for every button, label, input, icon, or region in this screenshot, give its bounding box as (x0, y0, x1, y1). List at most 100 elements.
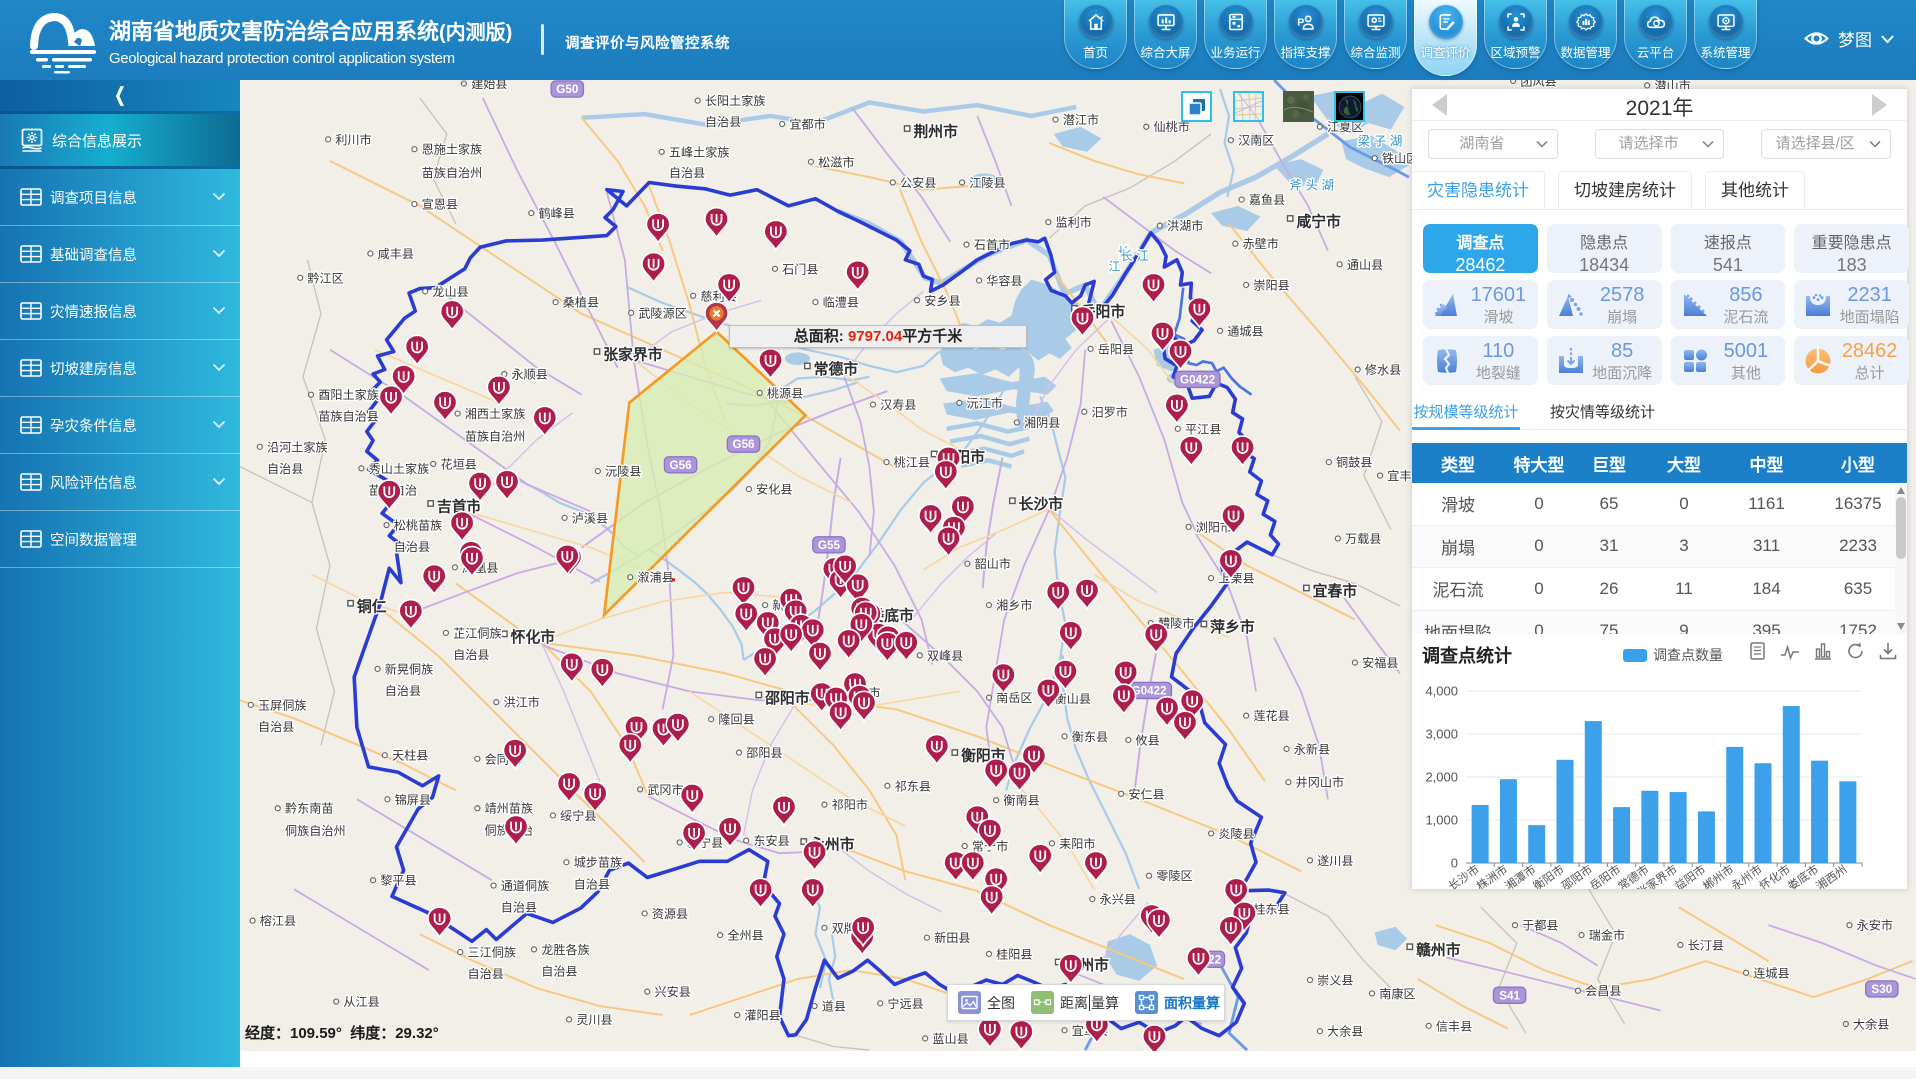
svg-text:城步苗族: 城步苗族 (574, 856, 623, 870)
svg-text:嘉鱼县: 嘉鱼县 (1249, 193, 1285, 207)
svg-text:天柱县: 天柱县 (392, 748, 428, 763)
svg-text:张家界市: 张家界市 (603, 346, 662, 364)
svg-text:自治县: 自治县 (705, 115, 741, 129)
svg-text:汉寿县: 汉寿县 (880, 398, 916, 412)
svg-text:井冈山市: 井冈山市 (1296, 775, 1345, 790)
svg-text:新田县: 新田县 (934, 930, 970, 945)
svg-text:隆回县: 隆回县 (718, 712, 754, 727)
svg-text:东安县: 东安县 (753, 833, 789, 848)
svg-text:瑞金市: 瑞金市 (1589, 928, 1625, 943)
svg-text:大余县: 大余县 (1327, 1024, 1363, 1039)
svg-text:零陵区: 零陵区 (1156, 869, 1192, 883)
svg-text:洪江市: 洪江市 (503, 695, 539, 710)
svg-text:永兴县: 永兴县 (1100, 893, 1136, 907)
svg-text:三江侗族: 三江侗族 (467, 946, 516, 960)
svg-text:遂川县: 遂川县 (1317, 854, 1353, 868)
svg-text:梁 子 湖: 梁 子 湖 (1358, 135, 1403, 149)
svg-text:江: 江 (1109, 261, 1121, 274)
svg-text:南康区: 南康区 (1379, 986, 1415, 1001)
svg-text:宜都市: 宜都市 (789, 117, 825, 132)
svg-text:G50: G50 (556, 83, 579, 96)
svg-text:蓝山县: 蓝山县 (932, 1032, 968, 1046)
svg-text:汉南区: 汉南区 (1238, 133, 1274, 148)
svg-text:绥宁县: 绥宁县 (560, 808, 596, 823)
svg-text:铜仁: 铜仁 (357, 597, 387, 615)
svg-text:湘乡市: 湘乡市 (996, 598, 1032, 613)
svg-text:常德市: 常德市 (814, 360, 859, 378)
svg-text:酉阳土家族: 酉阳土家族 (318, 387, 379, 402)
svg-text:黔东南苗: 黔东南苗 (285, 801, 334, 816)
svg-text:湘阴县: 湘阴县 (1024, 415, 1060, 430)
svg-text:利川市: 利川市 (335, 132, 371, 147)
svg-text:信丰县: 信丰县 (1436, 1019, 1472, 1033)
svg-text:侗族自治州: 侗族自治州 (285, 824, 346, 838)
svg-text:自治县: 自治县 (453, 648, 489, 662)
svg-text:溆浦县: 溆浦县 (637, 571, 673, 585)
svg-text:G56: G56 (670, 459, 693, 472)
svg-text:自治县: 自治县 (467, 967, 503, 981)
svg-text:兴安县: 兴安县 (655, 984, 691, 999)
svg-text:新晃侗族: 新晃侗族 (385, 661, 434, 676)
svg-text:咸宁市: 咸宁市 (1296, 213, 1341, 231)
svg-text:武冈市: 武冈市 (647, 782, 683, 797)
svg-text:靖州苗族: 靖州苗族 (485, 802, 534, 816)
svg-text:宜春市: 宜春市 (1313, 582, 1358, 600)
svg-text:邵阳市: 邵阳市 (764, 689, 810, 707)
svg-text:莲花县: 莲花县 (1253, 708, 1289, 723)
svg-text:上栗县: 上栗县 (1218, 572, 1254, 586)
svg-text:桑植县: 桑植县 (563, 295, 599, 310)
svg-text:花垣县: 花垣县 (441, 456, 477, 471)
svg-text:榕江县: 榕江县 (260, 913, 296, 928)
svg-text:恩施土家族: 恩施土家族 (422, 142, 483, 157)
svg-text:自治县: 自治县 (501, 901, 537, 915)
svg-text:武陵源区: 武陵源区 (638, 306, 687, 320)
svg-text:S30: S30 (1871, 983, 1892, 996)
svg-text:沅陵县: 沅陵县 (605, 465, 641, 479)
svg-text:岳阳县: 岳阳县 (1098, 342, 1134, 356)
svg-text:安仁县: 安仁县 (1128, 786, 1164, 801)
svg-text:沅江市: 沅江市 (967, 395, 1003, 410)
svg-text:1,000: 1,000 (1425, 813, 1458, 828)
svg-text:安化县: 安化县 (756, 482, 792, 497)
svg-text:湘西土家族: 湘西土家族 (465, 406, 526, 421)
svg-text:道县: 道县 (822, 1000, 846, 1014)
svg-text:龙山县: 龙山县 (432, 285, 468, 299)
svg-text:P: P (1297, 17, 1304, 29)
svg-text:于都县: 于都县 (1522, 919, 1558, 933)
svg-text:衡东县: 衡东县 (1072, 730, 1108, 744)
svg-text:灌阳县: 灌阳县 (744, 1009, 780, 1023)
svg-text:自治县: 自治县 (385, 684, 421, 698)
svg-text:苗族自治州: 苗族自治州 (465, 430, 526, 444)
svg-text:黔江区: 黔江区 (307, 270, 343, 285)
svg-text:邵阳县: 邵阳县 (746, 746, 782, 760)
svg-text:永新县: 永新县 (1294, 741, 1330, 756)
svg-text:长沙市: 长沙市 (1019, 495, 1064, 513)
svg-text:祁东县: 祁东县 (895, 778, 931, 793)
svg-text:全州县: 全州县 (727, 928, 763, 943)
svg-text:自治县: 自治县 (267, 462, 303, 476)
svg-text:连城县: 连城县 (1753, 965, 1789, 980)
svg-text:赣州市: 赣州市 (1416, 941, 1461, 959)
svg-text:G0422: G0422 (1132, 685, 1168, 698)
svg-text:永安市: 永安市 (1857, 918, 1893, 933)
svg-text:湘西州: 湘西州 (1813, 862, 1849, 889)
svg-text:崇义县: 崇义县 (1317, 973, 1353, 987)
svg-text:斧 头 湖: 斧 头 湖 (1289, 179, 1334, 193)
svg-text:长 江: 长 江 (1120, 249, 1149, 263)
svg-text:鹤峰县: 鹤峰县 (539, 206, 575, 221)
svg-text:S41: S41 (1499, 989, 1520, 1002)
svg-text:平江县: 平江县 (1185, 422, 1221, 436)
svg-text:自治县: 自治县 (669, 166, 705, 180)
svg-text:怀化市: 怀化市 (511, 628, 556, 646)
svg-text:芷江侗族: 芷江侗族 (453, 626, 502, 640)
svg-text:华容县: 华容县 (986, 273, 1022, 288)
svg-text:攸县: 攸县 (1136, 732, 1160, 747)
svg-text:衡南县: 衡南县 (1003, 793, 1039, 808)
svg-text:大余县: 大余县 (1853, 1017, 1889, 1032)
svg-text:自治县: 自治县 (394, 540, 430, 554)
svg-text:2,000: 2,000 (1425, 770, 1458, 785)
svg-text:苗族自治县: 苗族自治县 (318, 410, 379, 424)
svg-text:0: 0 (1451, 856, 1458, 871)
svg-text:公安县: 公安县 (900, 175, 936, 190)
svg-text:从江县: 从江县 (343, 995, 379, 1009)
